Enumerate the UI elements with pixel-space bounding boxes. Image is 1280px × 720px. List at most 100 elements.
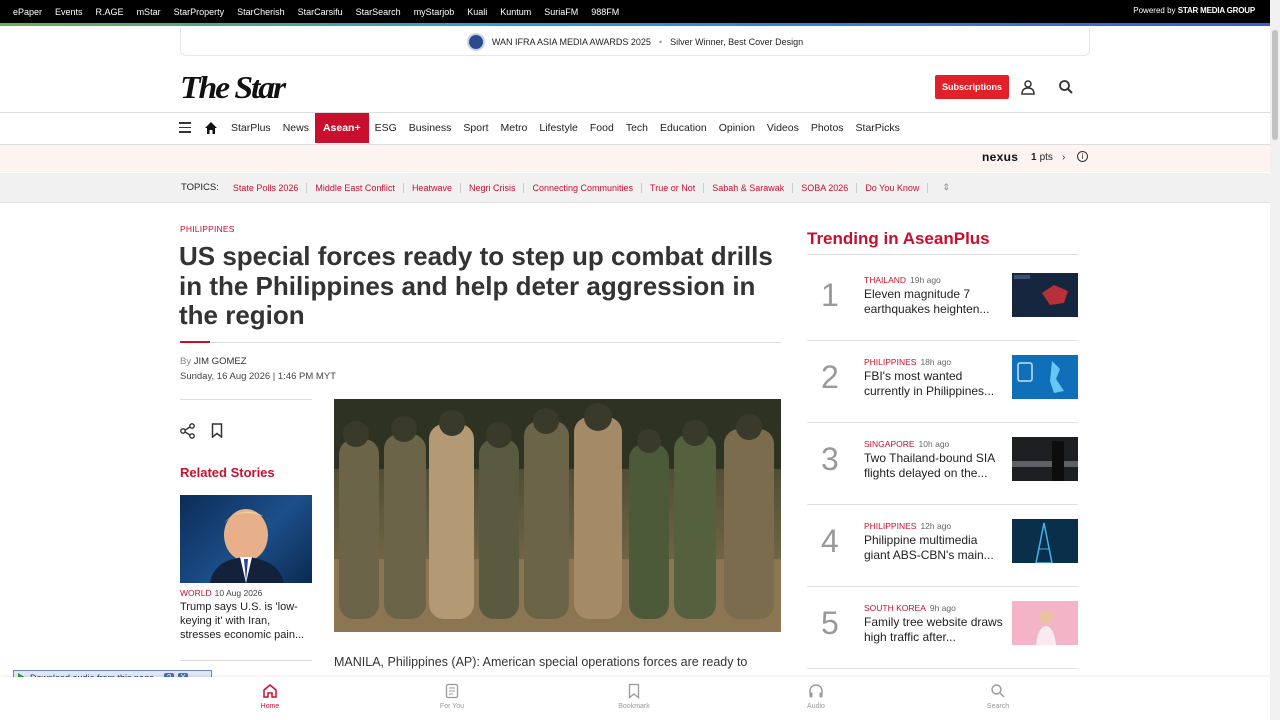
nav-item-videos[interactable]: Videos bbox=[761, 113, 805, 143]
divider bbox=[180, 660, 312, 661]
expand-topics-icon[interactable]: ⇕ bbox=[942, 182, 950, 193]
trending-time: 12h ago bbox=[920, 521, 952, 531]
user-icon[interactable] bbox=[1020, 79, 1036, 95]
network-link-epaper[interactable]: ePaper bbox=[13, 7, 42, 17]
scrollbar-thumb[interactable] bbox=[1272, 30, 1278, 140]
trending-item[interactable]: 3 SINGAPORE 10h ago Two Thailand-bound SI… bbox=[807, 423, 1078, 505]
article-category[interactable]: PHILIPPINES bbox=[180, 224, 235, 234]
trending-category[interactable]: SINGAPORE bbox=[864, 439, 915, 449]
award-subtitle: Silver Winner, Best Cover Design bbox=[670, 36, 804, 47]
trending-thumbnail[interactable] bbox=[1012, 355, 1078, 399]
trending-rank: 5 bbox=[821, 605, 839, 641]
network-link-starsearch[interactable]: StarSearch bbox=[356, 7, 401, 17]
related-story-headline[interactable]: Trump says U.S. is 'low-keying it' with … bbox=[180, 600, 312, 642]
site-header: The Star Subscriptions bbox=[0, 60, 1270, 113]
award-medal-icon bbox=[466, 32, 485, 51]
award-banner[interactable]: WAN IFRA ASIA MEDIA AWARDS 2025 • Silver… bbox=[180, 28, 1090, 56]
nav-item-business[interactable]: Business bbox=[403, 113, 458, 143]
network-link-starcarsifu[interactable]: StarCarsifu bbox=[298, 7, 343, 17]
subscriptions-button[interactable]: Subscriptions bbox=[935, 75, 1009, 99]
related-story-category[interactable]: WORLD bbox=[180, 588, 212, 598]
network-link-suriafm[interactable]: SuriaFM bbox=[544, 7, 578, 17]
trending-item[interactable]: 4 PHILIPPINES 12h ago Philippine multimed… bbox=[807, 505, 1078, 587]
tab-search[interactable]: Search bbox=[958, 683, 1038, 710]
trending-category[interactable]: THAILAND bbox=[864, 275, 906, 285]
nav-list: StarPlus News Asean+ ESG Business Sport … bbox=[225, 113, 906, 144]
trending-category[interactable]: SOUTH KOREA bbox=[864, 603, 926, 613]
nexus-brand[interactable]: nexus bbox=[982, 150, 1018, 164]
info-icon[interactable]: i bbox=[1077, 151, 1088, 162]
tab-home[interactable]: Home bbox=[230, 683, 310, 710]
home-icon[interactable] bbox=[205, 122, 217, 134]
topic-link[interactable]: Negri Crisis bbox=[461, 182, 525, 193]
network-link-mystarjob[interactable]: myStarjob bbox=[414, 7, 455, 17]
nav-item-asean-plus[interactable]: Asean+ bbox=[314, 113, 369, 143]
the-star-logo[interactable]: The Star bbox=[178, 68, 288, 108]
hamburger-menu-icon[interactable] bbox=[179, 122, 191, 133]
trending-item[interactable]: 5 SOUTH KOREA 9h ago Family tree website … bbox=[807, 587, 1078, 669]
topic-link[interactable]: Connecting Communities bbox=[524, 182, 643, 193]
trending-divider bbox=[807, 254, 1078, 255]
nav-item-news[interactable]: News bbox=[277, 113, 315, 143]
trending-time: 9h ago bbox=[929, 603, 956, 613]
trending-thumbnail[interactable] bbox=[1012, 437, 1078, 481]
trending-headline[interactable]: Philippine multimedia giant ABS-CBN's ma… bbox=[864, 533, 1004, 563]
trending-headline[interactable]: Family tree website draws high traffic a… bbox=[864, 615, 1004, 645]
network-link-988fm[interactable]: 988FM bbox=[591, 7, 619, 17]
article-main-image[interactable] bbox=[334, 399, 781, 632]
nav-item-food[interactable]: Food bbox=[584, 113, 620, 143]
nav-item-tech[interactable]: Tech bbox=[620, 113, 654, 143]
article-headline: US special forces ready to step up comba… bbox=[179, 241, 773, 330]
nav-item-education[interactable]: Education bbox=[654, 113, 713, 143]
topic-link[interactable]: Sabah & Sarawak bbox=[704, 182, 794, 193]
page-scrollbar[interactable] bbox=[1270, 0, 1280, 720]
nav-item-sport[interactable]: Sport bbox=[457, 113, 494, 143]
topic-link[interactable]: Middle East Conflict bbox=[307, 182, 404, 193]
nav-item-opinion[interactable]: Opinion bbox=[713, 113, 761, 143]
trending-thumbnail[interactable] bbox=[1012, 273, 1078, 317]
nav-item-photos[interactable]: Photos bbox=[805, 113, 850, 143]
trending-headline[interactable]: Two Thailand-bound SIA flights delayed o… bbox=[864, 451, 1004, 481]
trending-category[interactable]: PHILIPPINES bbox=[864, 357, 916, 367]
trending-headline[interactable]: Eleven magnitude 7 earthquakes heighten.… bbox=[864, 287, 1004, 317]
network-link-events[interactable]: Events bbox=[55, 7, 83, 17]
topic-link[interactable]: SOBA 2026 bbox=[793, 182, 858, 193]
tab-bookmark[interactable]: Bookmark bbox=[594, 683, 674, 710]
trending-thumbnail[interactable] bbox=[1012, 519, 1078, 563]
trending-headline[interactable]: FBI's most wanted currently in Philippin… bbox=[864, 369, 1004, 399]
topic-link[interactable]: Do You Know bbox=[857, 182, 929, 193]
network-link-starproperty[interactable]: StarProperty bbox=[174, 7, 225, 17]
related-story-image[interactable] bbox=[180, 495, 312, 583]
tab-for-you[interactable]: For You bbox=[412, 683, 492, 710]
separator-dot: • bbox=[658, 36, 663, 47]
search-icon[interactable] bbox=[1058, 79, 1074, 95]
nav-item-starpicks[interactable]: StarPicks bbox=[850, 113, 906, 143]
network-link-rage[interactable]: R.AGE bbox=[96, 7, 124, 17]
trending-thumbnail[interactable] bbox=[1012, 601, 1078, 645]
share-icon[interactable] bbox=[180, 423, 195, 439]
nav-item-starplus[interactable]: StarPlus bbox=[225, 113, 277, 143]
trending-rank: 3 bbox=[821, 441, 839, 477]
topic-link[interactable]: State Polls 2026 bbox=[225, 182, 308, 193]
trending-category[interactable]: PHILIPPINES bbox=[864, 521, 916, 531]
topic-link[interactable]: Heatwave bbox=[404, 182, 461, 193]
nexus-points[interactable]: 1 pts bbox=[1031, 152, 1053, 163]
chevron-right-icon[interactable]: › bbox=[1062, 152, 1065, 163]
trending-item[interactable]: 2 PHILIPPINES 18h ago FBI's most wanted c… bbox=[807, 341, 1078, 423]
powered-by[interactable]: Powered by STAR MEDIA GROUP bbox=[1133, 6, 1255, 15]
nav-item-esg[interactable]: ESG bbox=[369, 113, 403, 143]
tab-audio[interactable]: Audio bbox=[776, 683, 856, 710]
network-link-kuali[interactable]: Kuali bbox=[467, 7, 487, 17]
network-link-starcherish[interactable]: StarCherish bbox=[237, 7, 285, 17]
nav-item-lifestyle[interactable]: Lifestyle bbox=[533, 113, 584, 143]
network-link-kuntum[interactable]: Kuntum bbox=[500, 7, 531, 17]
trending-time: 19h ago bbox=[910, 275, 941, 285]
search-icon bbox=[991, 684, 1005, 698]
bookmark-icon[interactable] bbox=[211, 423, 223, 438]
topic-link[interactable]: True or Not bbox=[642, 182, 705, 193]
trending-time: 18h ago bbox=[920, 357, 952, 367]
network-link-mstar[interactable]: mStar bbox=[137, 7, 161, 17]
trending-item[interactable]: 1 THAILAND 19h ago Eleven magnitude 7 ear… bbox=[807, 259, 1078, 341]
nav-item-metro[interactable]: Metro bbox=[495, 113, 534, 143]
author-name[interactable]: JIM GOMEZ bbox=[194, 356, 247, 367]
